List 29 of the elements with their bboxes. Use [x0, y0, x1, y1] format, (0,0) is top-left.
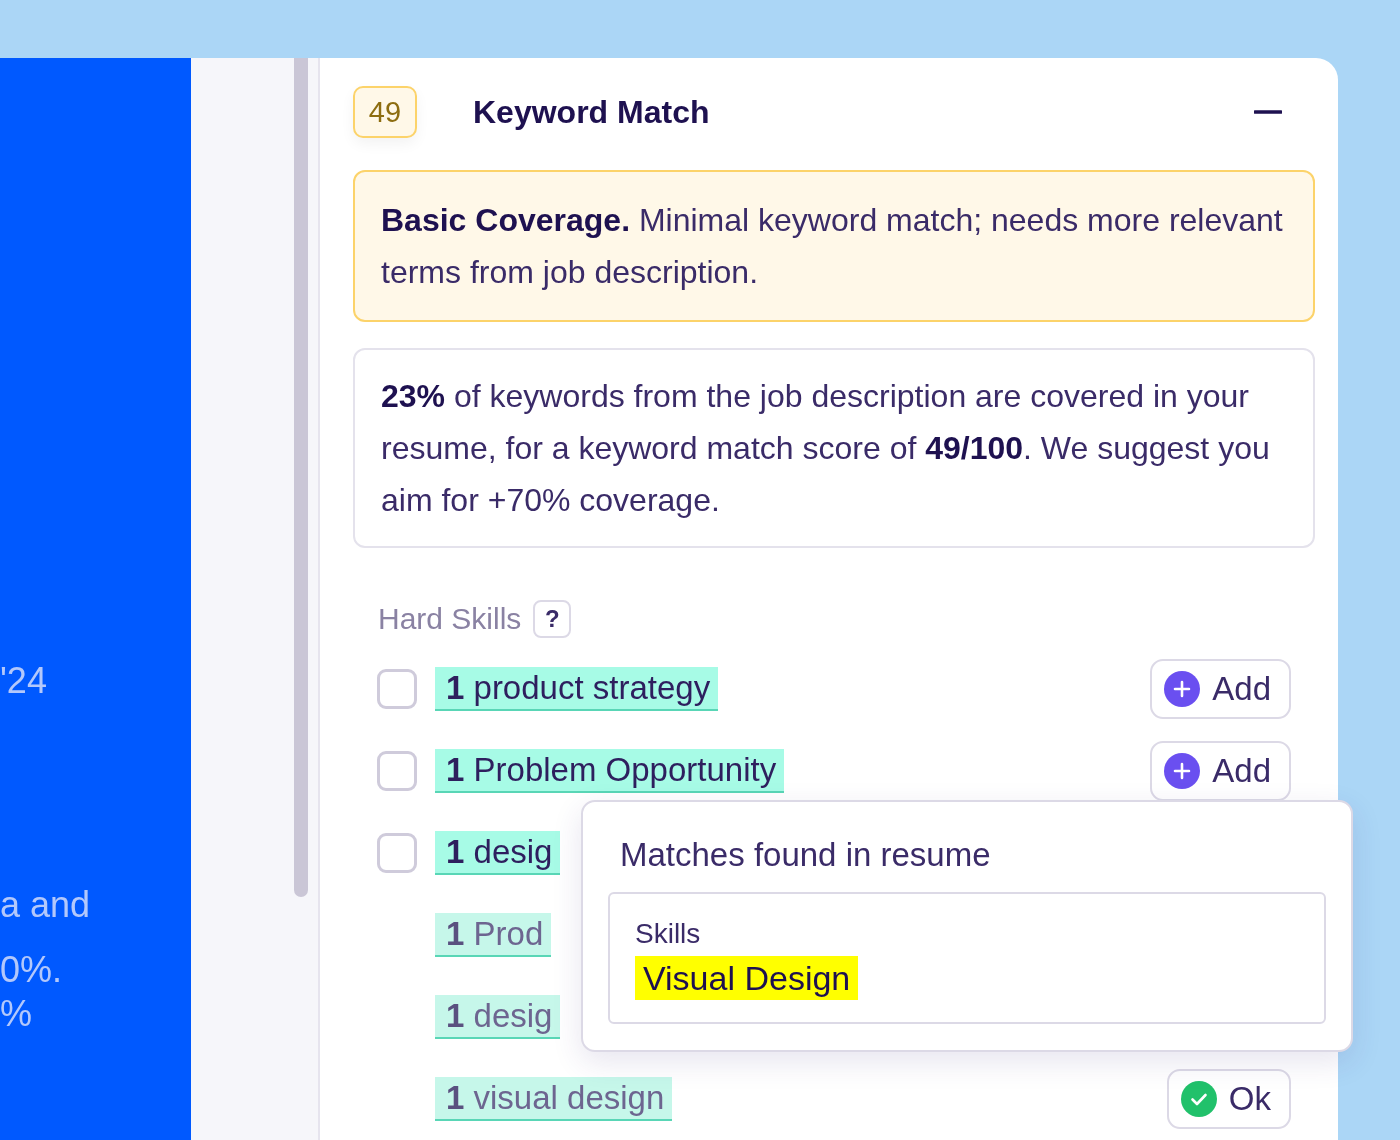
- ok-button[interactable]: Ok: [1166, 1069, 1291, 1129]
- sidebar-text: %: [0, 992, 33, 1036]
- sidebar-text: '24: [0, 659, 48, 703]
- add-button[interactable]: Add: [1150, 741, 1291, 801]
- card-title: Keyword Match: [473, 93, 711, 131]
- scrollbar[interactable]: [294, 58, 308, 897]
- keyword-chip: 1 desig: [435, 995, 561, 1039]
- sidebar-text: a and: [0, 883, 92, 927]
- keyword-chip: 1 product strategy: [435, 667, 719, 711]
- score-badge: 49: [353, 86, 417, 138]
- sidebar-text: 0%.: [0, 948, 64, 992]
- keyword-chip: 1 Prod: [435, 913, 552, 957]
- checkbox[interactable]: [377, 751, 417, 791]
- add-button[interactable]: Add: [1150, 659, 1291, 719]
- highlighted-match: Visual Design: [635, 956, 859, 1000]
- plus-icon: [1164, 671, 1201, 707]
- checkbox[interactable]: [377, 833, 417, 873]
- popover-title: Matches found in resume: [620, 835, 992, 875]
- keyword-chip: 1 visual design: [435, 1077, 673, 1121]
- keyword-chip: 1 Problem Opportunity: [435, 749, 785, 793]
- check-icon: [1180, 1081, 1217, 1117]
- group-label: Skills: [635, 917, 702, 951]
- checkbox[interactable]: [377, 669, 417, 709]
- help-button[interactable]: ?: [533, 600, 572, 638]
- rating-callout: Basic Coverage. Minimal keyword match; needs more relevant terms from job description.: [353, 170, 1315, 322]
- section-title: Hard Skills: [378, 602, 522, 636]
- coverage-summary: 23% of keywords from the job description are covered in your resume, for a keyword match score of 49/100. We suggest you aim for +70% coverage.: [353, 348, 1315, 548]
- plus-icon: [1164, 753, 1201, 789]
- keyword-chip: 1 desig: [435, 831, 561, 875]
